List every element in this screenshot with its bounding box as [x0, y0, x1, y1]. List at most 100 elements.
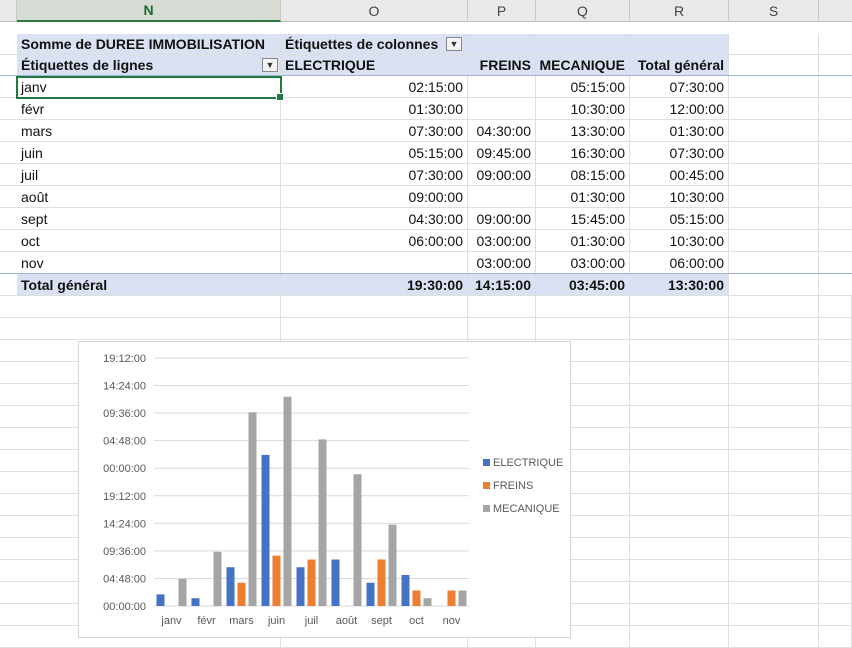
- empty-cell[interactable]: [536, 296, 630, 317]
- empty-cell[interactable]: [729, 626, 819, 647]
- empty-cell[interactable]: [729, 384, 819, 405]
- value-electrique[interactable]: 02:15:00: [281, 76, 468, 97]
- value-electrique[interactable]: 05:15:00: [281, 142, 468, 163]
- empty-cell[interactable]: [819, 538, 852, 559]
- empty-cell[interactable]: [729, 582, 819, 603]
- empty-cell[interactable]: [729, 318, 819, 339]
- value-freins[interactable]: 09:00:00: [468, 164, 536, 185]
- value-electrique[interactable]: 01:30:00: [281, 98, 468, 119]
- column-header-r[interactable]: R: [630, 0, 729, 22]
- dropdown-arrow-icon[interactable]: ▼: [262, 58, 278, 72]
- empty-cell[interactable]: [819, 362, 852, 383]
- column-header-q[interactable]: Q: [536, 0, 630, 22]
- empty-cell[interactable]: [819, 582, 852, 603]
- value-total[interactable]: 10:30:00: [630, 186, 729, 207]
- value-total[interactable]: 10:30:00: [630, 230, 729, 251]
- empty-cell[interactable]: [630, 340, 729, 361]
- row-label[interactable]: oct: [17, 230, 281, 251]
- pivot-columns-label[interactable]: Étiquettes de colonnes ▼: [281, 34, 468, 54]
- empty-cell[interactable]: [819, 384, 852, 405]
- value-electrique[interactable]: 04:30:00: [281, 208, 468, 229]
- empty-cell[interactable]: [729, 516, 819, 537]
- value-freins[interactable]: 04:30:00: [468, 120, 536, 141]
- column-header-o[interactable]: O: [281, 0, 468, 22]
- empty-cell[interactable]: [729, 406, 819, 427]
- value-total[interactable]: 12:00:00: [630, 98, 729, 119]
- value-total[interactable]: 07:30:00: [630, 76, 729, 97]
- empty-cell[interactable]: [17, 296, 281, 317]
- row-label[interactable]: sept: [17, 208, 281, 229]
- value-total[interactable]: 05:15:00: [630, 208, 729, 229]
- empty-cell[interactable]: [729, 428, 819, 449]
- value-freins[interactable]: 03:00:00: [468, 252, 536, 273]
- dropdown-arrow-icon[interactable]: ▼: [446, 37, 462, 51]
- empty-cell[interactable]: [630, 450, 729, 471]
- empty-cell[interactable]: [630, 472, 729, 493]
- value-electrique[interactable]: 07:30:00: [281, 120, 468, 141]
- empty-cell[interactable]: [468, 296, 536, 317]
- empty-cell[interactable]: [819, 516, 852, 537]
- pivot-corner-title[interactable]: Somme de DUREE IMMOBILISATION: [17, 34, 281, 54]
- empty-cell[interactable]: [729, 362, 819, 383]
- empty-cell[interactable]: [819, 318, 852, 339]
- value-total[interactable]: 06:00:00: [630, 252, 729, 273]
- empty-cell[interactable]: [729, 296, 819, 317]
- row-label[interactable]: juin: [17, 142, 281, 163]
- empty-cell[interactable]: [729, 494, 819, 515]
- empty-cell[interactable]: [819, 450, 852, 471]
- value-total[interactable]: 07:30:00: [630, 142, 729, 163]
- pivot-col-header-mecanique[interactable]: MECANIQUE: [536, 55, 630, 75]
- empty-cell[interactable]: [819, 296, 852, 317]
- empty-cell[interactable]: [630, 626, 729, 647]
- row-label[interactable]: mars: [17, 120, 281, 141]
- pivot-col-header-electrique[interactable]: ELECTRIQUE: [281, 55, 468, 75]
- spreadsheet[interactable]: N O P Q R S Somme de DUREE IMMOBILISATIO…: [0, 0, 852, 648]
- pivot-chart[interactable]: 00:00:00 04:48:00 09:36:00 14:24:00 19:12:00…: [78, 341, 571, 638]
- value-freins[interactable]: [468, 186, 536, 207]
- empty-cell[interactable]: [729, 560, 819, 581]
- empty-cell[interactable]: [630, 428, 729, 449]
- empty-cell[interactable]: [729, 450, 819, 471]
- empty-cell[interactable]: [468, 318, 536, 339]
- empty-cell[interactable]: [630, 318, 729, 339]
- value-mecanique[interactable]: 05:15:00: [536, 76, 630, 97]
- value-mecanique[interactable]: 08:15:00: [536, 164, 630, 185]
- column-header-t[interactable]: [819, 0, 852, 22]
- empty-cell[interactable]: [536, 318, 630, 339]
- empty-cell[interactable]: [630, 494, 729, 515]
- grand-total-mecanique[interactable]: 03:45:00: [536, 274, 630, 295]
- column-header-p[interactable]: P: [468, 0, 536, 22]
- value-total[interactable]: 00:45:00: [630, 164, 729, 185]
- value-mecanique[interactable]: 01:30:00: [536, 186, 630, 207]
- empty-cell[interactable]: [630, 538, 729, 559]
- empty-cell[interactable]: [630, 604, 729, 625]
- empty-cell[interactable]: [819, 560, 852, 581]
- grand-total-electrique[interactable]: 19:30:00: [281, 274, 468, 295]
- row-label[interactable]: août: [17, 186, 281, 207]
- row-label[interactable]: nov: [17, 252, 281, 273]
- value-mecanique[interactable]: 03:00:00: [536, 252, 630, 273]
- empty-cell[interactable]: [819, 494, 852, 515]
- grand-total-freins[interactable]: 14:15:00: [468, 274, 536, 295]
- empty-cell[interactable]: [630, 406, 729, 427]
- empty-cell[interactable]: [630, 296, 729, 317]
- value-freins[interactable]: 09:00:00: [468, 208, 536, 229]
- select-all-corner[interactable]: [0, 0, 17, 22]
- empty-cell[interactable]: [819, 604, 852, 625]
- value-mecanique[interactable]: 16:30:00: [536, 142, 630, 163]
- value-freins[interactable]: [468, 76, 536, 97]
- column-header-n[interactable]: N: [17, 0, 281, 22]
- empty-cell[interactable]: [630, 384, 729, 405]
- value-electrique[interactable]: 06:00:00: [281, 230, 468, 251]
- value-mecanique[interactable]: 13:30:00: [536, 120, 630, 141]
- value-mecanique[interactable]: 01:30:00: [536, 230, 630, 251]
- grand-total-label[interactable]: Total général: [17, 274, 281, 295]
- empty-cell[interactable]: [819, 626, 852, 647]
- empty-cell[interactable]: [281, 296, 468, 317]
- value-freins[interactable]: [468, 98, 536, 119]
- empty-cell[interactable]: [819, 340, 852, 361]
- value-total[interactable]: 01:30:00: [630, 120, 729, 141]
- empty-cell[interactable]: [729, 340, 819, 361]
- row-label[interactable]: janv: [17, 76, 281, 97]
- value-mecanique[interactable]: 15:45:00: [536, 208, 630, 229]
